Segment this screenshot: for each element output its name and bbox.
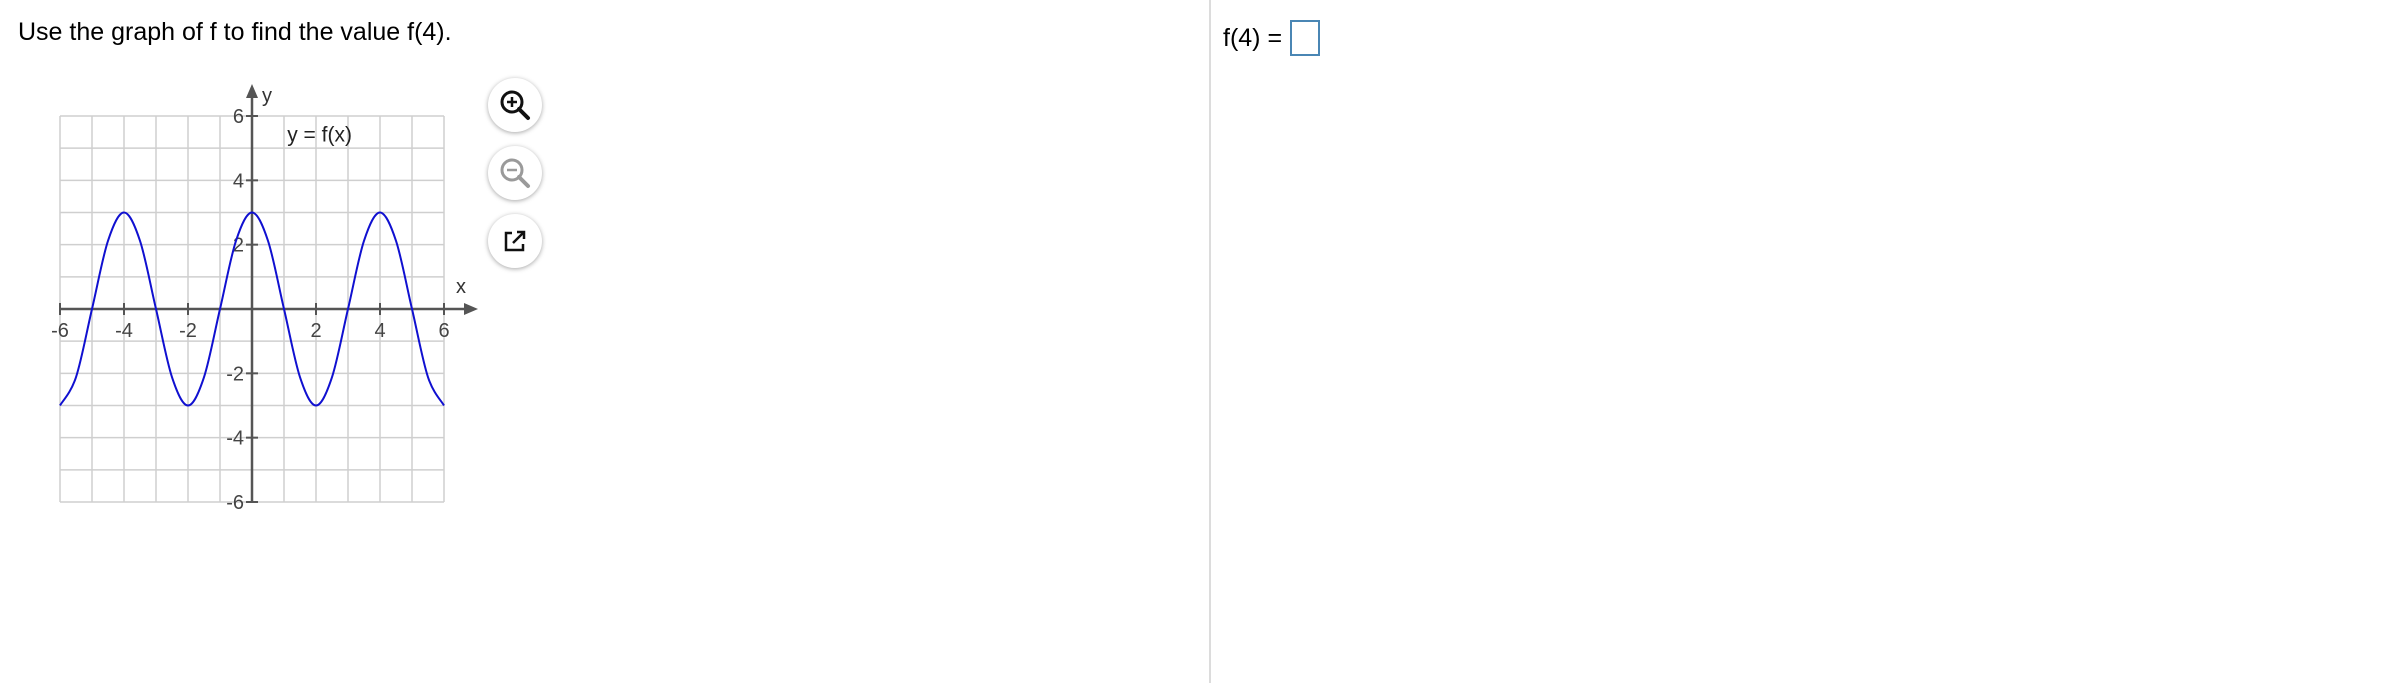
popout-icon [504, 230, 526, 252]
answer-pane: f(4) = [1211, 0, 2394, 683]
x-tick-label: -4 [115, 320, 133, 342]
zoom-in-icon [500, 90, 530, 120]
popout-button[interactable] [488, 214, 542, 268]
x-axis-arrow [464, 303, 478, 315]
answer-row: f(4) = [1223, 20, 1321, 56]
x-tick-label: -6 [51, 320, 69, 342]
y-axis-arrow [246, 84, 258, 98]
y-tick-label: -6 [226, 492, 244, 514]
y-tick-label: -4 [226, 428, 244, 450]
x-tick-label: -2 [179, 320, 197, 342]
y-tick-label: 4 [233, 170, 244, 192]
answer-input[interactable] [1290, 20, 1321, 56]
zoom-out-icon [500, 158, 530, 188]
x-tick-label: 6 [438, 320, 449, 342]
y-tick-label: -2 [226, 363, 244, 385]
y-tick-label: 6 [233, 106, 244, 128]
x-tick-label: 4 [374, 320, 385, 342]
x-axis-label: x [456, 276, 466, 298]
function-graph: xy-6 -4 -2 2 4 6642-2-4-6y = f(x) [51, 84, 478, 514]
zoom-in-button[interactable] [488, 78, 542, 132]
answer-label: f(4) = [1223, 23, 1283, 52]
zoom-out-button[interactable] [488, 146, 542, 200]
y-axis-label: y [262, 85, 272, 107]
curve-label: y = f(x) [287, 124, 352, 147]
question-pane: Use the graph of f to find the value f(4… [0, 0, 1209, 683]
x-tick-label: 2 [310, 320, 321, 342]
